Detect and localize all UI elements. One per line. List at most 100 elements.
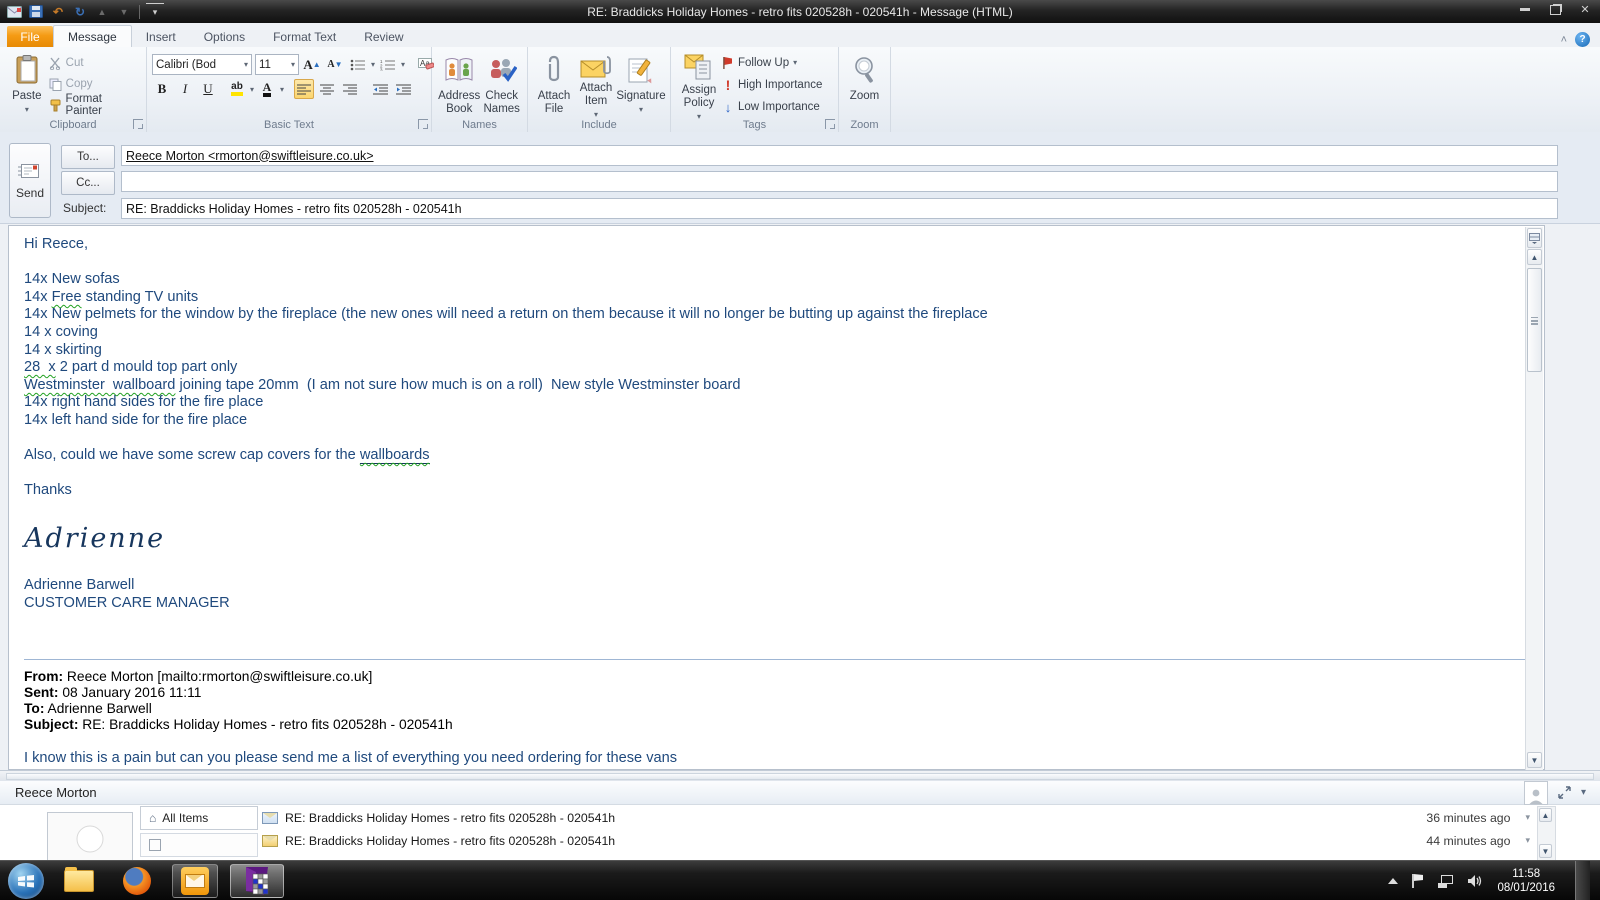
font-name-select[interactable]: Calibri (Bod ▾ (152, 54, 252, 75)
people-pane-scrollbar[interactable]: ▲ ▼ (1537, 806, 1556, 860)
action-center-icon[interactable] (1412, 874, 1424, 888)
scroll-thumb[interactable] (1527, 268, 1542, 372)
tab-message[interactable]: Message (53, 25, 132, 47)
highlight-caret-icon[interactable]: ▾ (250, 85, 254, 94)
font-color-caret-icon[interactable]: ▾ (280, 85, 284, 94)
numbering-button[interactable]: 123 (378, 55, 398, 75)
attach-file-button[interactable]: Attach File (533, 50, 575, 116)
underline-button[interactable]: U (198, 79, 218, 99)
cut-button[interactable]: Cut (49, 54, 141, 72)
to-button[interactable]: To... (61, 145, 115, 169)
help-icon[interactable]: ? (1575, 32, 1590, 47)
high-importance-button[interactable]: ! High Importance (722, 76, 823, 93)
people-pane-chevron-icon[interactable]: ▾ (1581, 787, 1586, 798)
shrink-font-button[interactable]: A ▼ (325, 55, 345, 75)
italic-button[interactable]: I (175, 79, 195, 99)
zoom-button[interactable]: Zoom (844, 50, 885, 116)
decrease-indent-button[interactable] (371, 79, 391, 99)
tags-dialog-launcher[interactable] (825, 119, 835, 129)
assign-policy-button[interactable]: Assign Policy ▾ (676, 50, 722, 121)
list-item[interactable]: RE: Braddicks Holiday Homes - retro fits… (262, 806, 1534, 829)
body-line: 14x right hand sides for the fire place (24, 394, 264, 411)
check-names-button[interactable]: Check Names (481, 50, 522, 116)
chevron-down-icon[interactable]: ▾ (1525, 835, 1534, 846)
scroll-down-button[interactable]: ▼ (1527, 752, 1542, 768)
body-line (24, 560, 1514, 578)
minimize-button[interactable] (1510, 0, 1540, 19)
font-size-select[interactable]: 11 ▾ (255, 54, 299, 75)
low-importance-button[interactable]: ↓ Low Importance (722, 99, 822, 116)
attach-item-button[interactable]: Attach Item ▾ (575, 50, 617, 119)
subject-field[interactable]: RE: Braddicks Holiday Homes - retro fits… (121, 198, 1558, 219)
previous-item-icon[interactable]: ▲ (93, 4, 111, 20)
people-pane-header: Reece Morton ▾ (0, 781, 1600, 805)
tab-insert[interactable]: Insert (132, 26, 190, 47)
address-book-button[interactable]: Address Book (437, 50, 481, 116)
tab-format-text[interactable]: Format Text (259, 26, 350, 47)
people-scroll-up-button[interactable]: ▲ (1539, 808, 1552, 822)
increase-indent-button[interactable] (394, 79, 414, 99)
taskbar-explorer-button[interactable] (56, 864, 102, 898)
taskbar-outlook-button[interactable] (172, 864, 218, 898)
body-line: Adrienne Barwell (24, 577, 135, 594)
format-painter-button[interactable]: Format Painter (49, 93, 141, 117)
paste-caret-icon[interactable]: ▾ (25, 103, 29, 116)
format-painter-label: Format Painter (65, 93, 102, 117)
network-icon[interactable] (1438, 874, 1454, 888)
to-field[interactable]: Reece Morton <rmorton@swiftleisure.co.uk… (121, 145, 1558, 166)
tab-activities-partial[interactable] (140, 833, 258, 857)
taskbar-firefox-button[interactable] (114, 864, 160, 898)
people-scroll-down-button[interactable]: ▼ (1539, 844, 1552, 858)
split-pane-icon[interactable] (1527, 228, 1542, 248)
tab-file[interactable]: File (7, 26, 53, 47)
follow-up-button[interactable]: Follow Up ▾ (722, 54, 822, 71)
send-button[interactable]: Send (9, 143, 51, 218)
message-body-text[interactable]: Hi Reece, 14x New sofas 14x Free standing… (24, 236, 1529, 767)
show-desktop-button[interactable] (1575, 861, 1590, 900)
scroll-up-button[interactable]: ▲ (1527, 249, 1542, 265)
taskbar-app-button[interactable] (230, 864, 284, 898)
message-body[interactable]: Hi Reece, 14x New sofas 14x Free standing… (8, 225, 1545, 770)
taskbar-clock[interactable]: 11:58 08/01/2016 (1497, 867, 1561, 895)
chevron-down-icon[interactable]: ▾ (1525, 812, 1534, 823)
align-right-button[interactable] (340, 79, 360, 99)
list-item[interactable]: RE: Braddicks Holiday Homes - retro fits… (262, 829, 1534, 852)
bullets-caret-icon[interactable]: ▾ (371, 60, 375, 69)
next-item-icon[interactable]: ▼ (115, 4, 133, 20)
volume-icon[interactable] (1467, 874, 1483, 888)
minimize-ribbon-icon[interactable]: ˄ (1561, 34, 1567, 46)
body-scrollbar[interactable]: ▲ ▼ (1525, 227, 1543, 770)
to-recipient[interactable]: Reece Morton <rmorton@swiftleisure.co.uk… (126, 149, 374, 163)
app-mail-icon[interactable] (5, 4, 23, 20)
start-button[interactable] (8, 863, 44, 899)
redo-icon[interactable]: ↻ (71, 4, 89, 20)
grow-font-button[interactable]: A ▲ (302, 55, 322, 75)
signature-button[interactable]: Signature ▾ (616, 50, 666, 116)
bullets-button[interactable] (348, 55, 368, 75)
hidden-icons-button[interactable] (1388, 878, 1399, 884)
text-highlight-button[interactable]: ab (227, 79, 247, 99)
cc-button[interactable]: Cc... (61, 171, 115, 195)
tab-all-items[interactable]: ⌂ All Items (140, 806, 258, 830)
bold-button[interactable]: B (152, 79, 172, 99)
numbering-caret-icon[interactable]: ▾ (401, 60, 405, 69)
tab-options[interactable]: Options (190, 26, 259, 47)
align-center-button[interactable] (317, 79, 337, 99)
paste-button[interactable]: Paste ▾ (5, 50, 49, 116)
basic-text-dialog-launcher[interactable] (418, 119, 428, 129)
align-left-icon (296, 84, 311, 94)
copy-button[interactable]: Copy (49, 75, 141, 93)
expand-pane-icon[interactable] (1558, 786, 1571, 799)
cc-field[interactable] (121, 171, 1558, 192)
font-color-button[interactable]: A (257, 79, 277, 99)
basic-text-group-label: Basic Text (264, 119, 314, 131)
customize-qat-icon[interactable]: ▾ (146, 3, 164, 20)
close-button[interactable]: ✕ (1570, 0, 1600, 19)
undo-icon[interactable]: ↶ (49, 4, 67, 20)
clipboard-dialog-launcher[interactable] (133, 119, 143, 129)
tab-review[interactable]: Review (350, 26, 417, 47)
restore-button[interactable] (1540, 0, 1570, 19)
clipboard-group-label: Clipboard (49, 119, 97, 131)
align-left-button[interactable] (294, 79, 315, 99)
save-icon[interactable] (27, 4, 45, 20)
